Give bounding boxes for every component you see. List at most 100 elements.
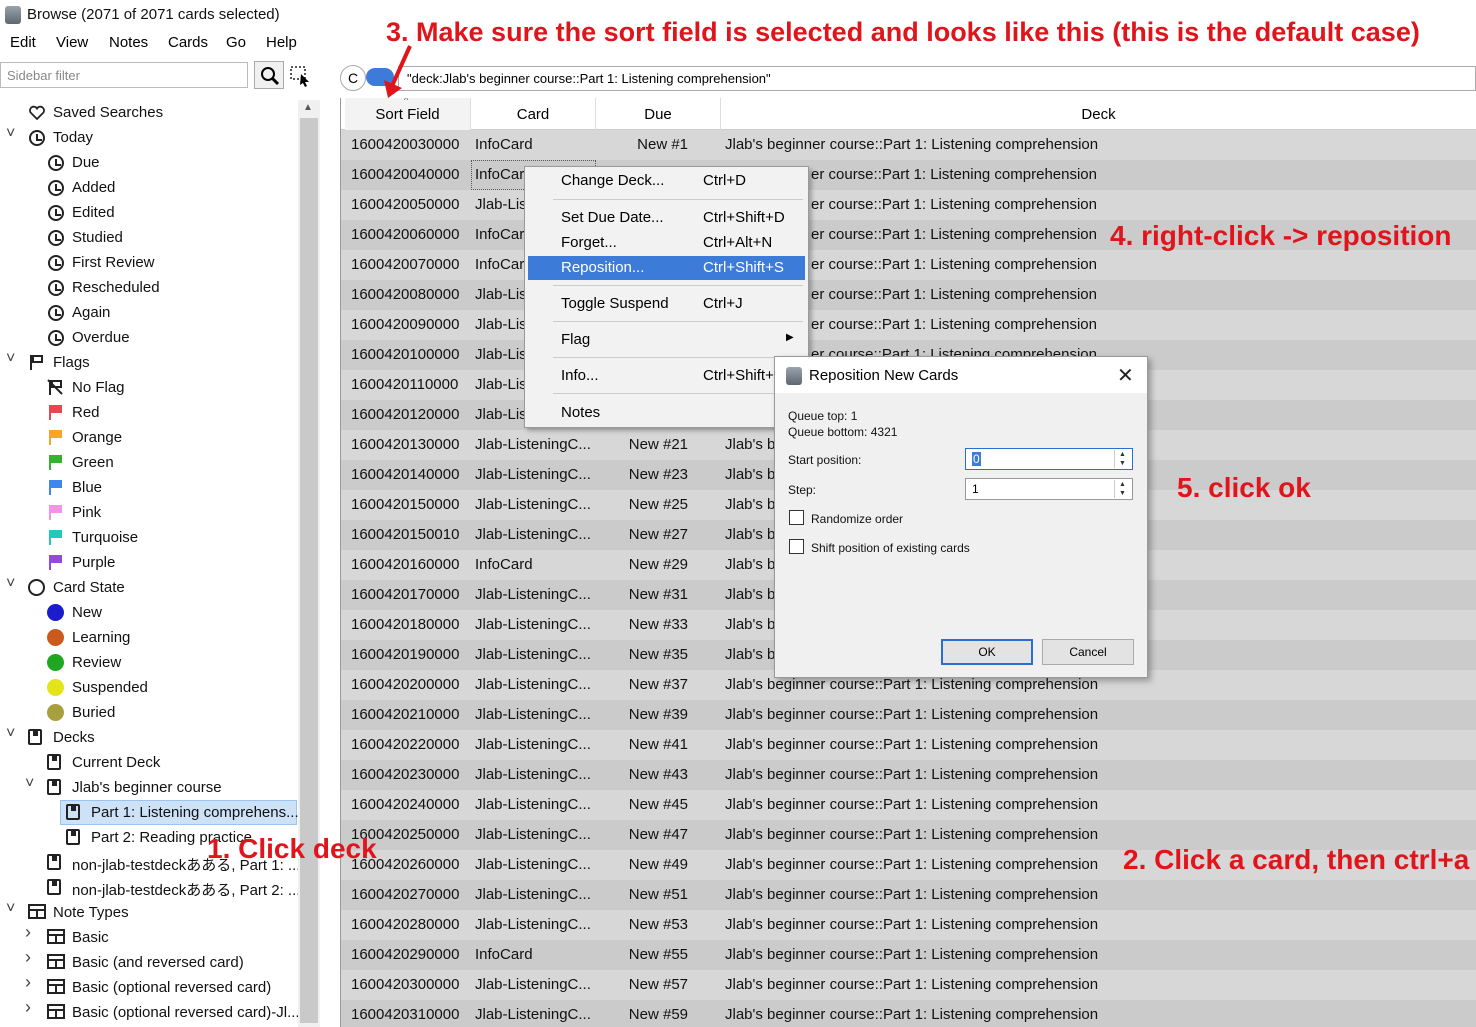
sidebar-item[interactable]: › Basic (and reversed card) <box>0 948 298 975</box>
sidebar-item[interactable]: ˅ Note Types <box>0 900 298 925</box>
expand-chevron-icon[interactable]: ˅ <box>6 351 18 367</box>
table-row[interactable]: 1600420210000 Jlab-ListeningC... New #39 Jl… <box>341 700 1476 730</box>
sidebar-item[interactable]: Red <box>0 400 298 425</box>
table-row[interactable]: 1600420080000 Jlab-Lis er course::Part 1: … <box>341 280 1476 310</box>
menu-item-set-due-date[interactable]: Set Due Date... Ctrl+Shift+D <box>528 206 805 230</box>
sidebar-item[interactable]: › Basic (optional reversed card)-Jl... <box>0 998 300 1025</box>
table-row[interactable]: 1600420270000 Jlab-ListeningC... New #51 Jl… <box>341 880 1476 910</box>
sidebar-item[interactable]: Edited <box>0 200 298 225</box>
sidebar-item[interactable]: Studied <box>0 225 298 250</box>
expand-chevron-icon[interactable]: ˅ <box>25 776 37 792</box>
card-mode-button[interactable]: C <box>340 65 366 91</box>
expand-chevron-icon[interactable]: ˅ <box>6 576 18 592</box>
menu-item-toggle-suspend[interactable]: Toggle Suspend Ctrl+J <box>528 292 805 316</box>
randomize-checkbox[interactable] <box>789 510 804 525</box>
sidebar-item[interactable]: Purple <box>0 550 298 575</box>
collapsed-chevron-icon[interactable]: › <box>25 998 37 1016</box>
collapsed-chevron-icon[interactable]: › <box>25 923 37 941</box>
circle-icon <box>28 579 46 597</box>
expand-chevron-icon[interactable]: ˅ <box>6 901 18 917</box>
sidebar-item[interactable]: Buried <box>0 700 298 725</box>
collapsed-chevron-icon[interactable]: › <box>25 973 37 991</box>
menu-item-change-deck[interactable]: Change Deck... Ctrl+D <box>528 169 805 193</box>
table-row[interactable]: 1600420230000 Jlab-ListeningC... New #43 Jl… <box>341 760 1476 790</box>
sidebar-search-button[interactable] <box>254 61 284 89</box>
column-header-deck[interactable]: Deck <box>721 98 1476 130</box>
menu-cards[interactable]: Cards <box>168 34 208 51</box>
sidebar-item[interactable]: New <box>0 600 298 625</box>
sidebar-item[interactable]: Overdue <box>0 325 298 350</box>
sidebar-item[interactable]: No Flag <box>0 375 298 400</box>
table-row[interactable]: 1600420070000 InfoCar er course::Part 1: L… <box>341 250 1476 280</box>
sidebar-scrollbar[interactable]: ▲ <box>298 100 320 1027</box>
step-spinbox[interactable]: 1 ▲ ▼ <box>965 478 1133 500</box>
sidebar-item[interactable]: First Review <box>0 250 298 275</box>
sidebar-item[interactable]: ˅ Card State <box>0 575 298 600</box>
menu-item-forget[interactable]: Forget... Ctrl+Alt+N <box>528 231 805 255</box>
clock-icon <box>47 179 65 197</box>
sidebar-item-label: Pink <box>72 504 102 521</box>
sidebar-item[interactable]: Pink <box>0 500 298 525</box>
ok-button[interactable]: OK <box>941 639 1033 665</box>
sidebar-filter-input[interactable]: Sidebar filter <box>0 62 248 88</box>
table-row[interactable]: 1600420240000 Jlab-ListeningC... New #45 Jl… <box>341 790 1476 820</box>
sidebar-item[interactable]: Turquoise <box>0 525 298 550</box>
table-row[interactable]: 1600420030000 InfoCard New #1 Jlab's beginn… <box>341 130 1476 160</box>
cancel-button[interactable]: Cancel <box>1042 639 1134 665</box>
sidebar-item[interactable]: Saved Searches <box>0 100 298 125</box>
sidebar-item-label: Part 1: Listening comprehens... <box>91 804 299 821</box>
expand-chevron-icon[interactable]: ˅ <box>6 126 18 142</box>
column-header-card[interactable]: Card <box>471 98 596 130</box>
table-row[interactable]: 1600420300000 Jlab-ListeningC... New #57 Jl… <box>341 970 1476 1000</box>
sidebar-item[interactable]: Rescheduled <box>0 275 298 300</box>
menu-notes[interactable]: Notes <box>109 34 148 51</box>
menu-item-info[interactable]: Info... Ctrl+Shift+ <box>528 364 805 388</box>
menu-go[interactable]: Go <box>226 34 246 51</box>
sidebar-item[interactable]: Green <box>0 450 298 475</box>
cell-card: Jlab-Lis <box>475 376 527 393</box>
menu-item-reposition[interactable]: Reposition... Ctrl+Shift+S <box>528 256 805 280</box>
sidebar-item[interactable]: ˅ Jlab's beginner course <box>0 775 298 800</box>
menu-view[interactable]: View <box>56 34 88 51</box>
sidebar-item[interactable]: Suspended <box>0 675 298 700</box>
sidebar-item[interactable]: ˅ Today <box>0 125 298 150</box>
close-icon[interactable]: ✕ <box>1117 363 1134 388</box>
start-position-spinbox[interactable]: 0 ▲ ▼ <box>965 448 1133 470</box>
sidebar-item[interactable]: Blue <box>0 475 298 500</box>
cell-card: Jlab-ListeningC... <box>475 856 591 873</box>
table-row[interactable]: 1600420090000 Jlab-Lis er course::Part 1: … <box>341 310 1476 340</box>
sidebar-item[interactable]: ˅ Flags <box>0 350 298 375</box>
sidebar-tree: Saved Searches ˅ Today Due Added Edited Studie… <box>0 100 300 1027</box>
sidebar-item[interactable]: Part 1: Listening comprehens... <box>0 800 299 825</box>
shift-existing-checkbox[interactable] <box>789 539 804 554</box>
table-row[interactable]: 1600420310000 Jlab-ListeningC... New #59 Jl… <box>341 1000 1476 1027</box>
menu-edit[interactable]: Edit <box>10 34 36 51</box>
spin-arrows-icon[interactable]: ▲ ▼ <box>1114 480 1130 498</box>
sidebar-item[interactable]: Learning <box>0 625 298 650</box>
column-header-due[interactable]: Due <box>596 98 721 130</box>
sidebar-item[interactable]: Current Deck <box>0 750 298 775</box>
sidebar-item[interactable]: non-jlab-testdeckあある, Part 2: ... <box>0 875 300 900</box>
menu-help[interactable]: Help <box>266 34 297 51</box>
table-row[interactable]: 1600420220000 Jlab-ListeningC... New #41 Jl… <box>341 730 1476 760</box>
menu-item-flag[interactable]: Flag ▶ <box>528 328 805 352</box>
sidebar-item[interactable]: Orange <box>0 425 298 450</box>
select-tool-icon[interactable] <box>289 64 313 88</box>
sidebar-item[interactable]: › Basic (optional reversed card) <box>0 973 298 1000</box>
sidebar-item[interactable]: Due <box>0 150 298 175</box>
collapsed-chevron-icon[interactable]: › <box>25 948 37 966</box>
table-row[interactable]: 1600420280000 Jlab-ListeningC... New #53 Jl… <box>341 910 1476 940</box>
table-row[interactable]: 1600420050000 Jlab-Lis er course::Part 1: … <box>341 190 1476 220</box>
search-input[interactable]: "deck:Jlab's beginner course::Part 1: Li… <box>398 66 1476 91</box>
menu-item-notes[interactable]: Notes <box>528 401 805 425</box>
sidebar-item[interactable]: ˅ Decks <box>0 725 298 750</box>
sidebar-item[interactable]: › Basic <box>0 923 298 950</box>
sidebar-item[interactable]: Again <box>0 300 298 325</box>
shift-existing-label: Shift position of existing cards <box>811 541 970 555</box>
notetype-icon <box>28 904 46 922</box>
sidebar-item[interactable]: Added <box>0 175 298 200</box>
sidebar-item[interactable]: Review <box>0 650 298 675</box>
table-row[interactable]: 1600420290000 InfoCard New #55 Jlab's begin… <box>341 940 1476 970</box>
expand-chevron-icon[interactable]: ˅ <box>6 726 18 742</box>
spin-arrows-icon[interactable]: ▲ ▼ <box>1114 450 1130 468</box>
